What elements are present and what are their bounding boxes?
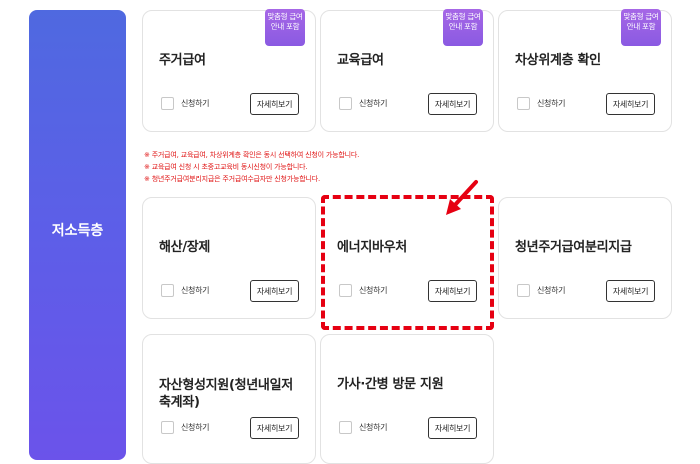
- apply-checkbox-label: 신청하기: [537, 99, 566, 108]
- card-asset-formation: 자산형성지원(청년내일저축계좌) 신청하기 자세히보기: [142, 334, 316, 464]
- category-sidebar: 저소득층: [29, 10, 126, 460]
- card-housing-benefit: 맞춤형 급여안내 포함 주거급여 신청하기 자세히보기: [142, 9, 316, 132]
- apply-checkbox[interactable]: [161, 97, 174, 110]
- apply-checkbox-label: 신청하기: [181, 286, 210, 295]
- apply-checkbox-label: 신청하기: [359, 423, 388, 432]
- card-education-benefit: 맞춤형 급여안내 포함 교육급여 신청하기 자세히보기: [320, 9, 494, 132]
- notice-item: ※ 주거급여, 교육급여, 차상위계층 확인은 동시 선택하여 신청이 가능합니…: [144, 151, 360, 159]
- notice-item: ※ 청년주거급여분리지급은 주거급여수급자만 신청가능합니다.: [144, 175, 321, 183]
- card-title: 해산/장제: [159, 240, 211, 255]
- apply-checkbox[interactable]: [161, 284, 174, 297]
- apply-checkbox[interactable]: [517, 97, 530, 110]
- card-title: 청년주거급여분리지급: [515, 240, 632, 255]
- card-title: 자산형성지원(청년내일저축계좌): [159, 378, 293, 410]
- card-childbirth-funeral: 해산/장제 신청하기 자세히보기: [142, 197, 316, 319]
- card-title: 차상위계층 확인: [515, 53, 601, 68]
- view-details-button[interactable]: 자세히보기: [428, 417, 477, 439]
- custom-benefit-badge: 맞춤형 급여안내 포함: [621, 9, 661, 46]
- view-details-button[interactable]: 자세히보기: [250, 417, 299, 439]
- apply-checkbox-label: 신청하기: [537, 286, 566, 295]
- apply-checkbox[interactable]: [339, 97, 352, 110]
- category-label: 저소득층: [51, 223, 104, 239]
- view-details-button[interactable]: 자세히보기: [606, 280, 655, 302]
- notice-list: ※ 주거급여, 교육급여, 차상위계층 확인은 동시 선택하여 신청이 가능합니…: [144, 149, 359, 185]
- view-details-button[interactable]: 자세히보기: [250, 93, 299, 115]
- card-title: 교육급여: [337, 53, 384, 68]
- view-details-button[interactable]: 자세히보기: [606, 93, 655, 115]
- card-title: 가사·간병 방문 지원: [337, 377, 444, 392]
- notice-item: ※ 교육급여 신청 시 초중고교육비 동시신청이 가능합니다.: [144, 163, 308, 171]
- apply-checkbox[interactable]: [339, 421, 352, 434]
- apply-checkbox[interactable]: [517, 284, 530, 297]
- custom-benefit-badge: 맞춤형 급여안내 포함: [265, 9, 305, 46]
- pointer-arrow-icon: [446, 180, 478, 215]
- apply-checkbox-label: 신청하기: [181, 99, 210, 108]
- view-details-button[interactable]: 자세히보기: [250, 280, 299, 302]
- apply-checkbox-label: 신청하기: [181, 423, 210, 432]
- view-details-button[interactable]: 자세히보기: [428, 93, 477, 115]
- apply-checkbox[interactable]: [161, 421, 174, 434]
- apply-checkbox-label: 신청하기: [359, 99, 388, 108]
- card-near-poverty-confirmation: 맞춤형 급여안내 포함 차상위계층 확인 신청하기 자세히보기: [498, 9, 672, 132]
- custom-benefit-badge: 맞춤형 급여안내 포함: [443, 9, 483, 46]
- card-youth-housing-separate-payment: 청년주거급여분리지급 신청하기 자세히보기: [498, 197, 672, 319]
- card-title: 주거급여: [159, 53, 206, 68]
- card-home-care-visit: 가사·간병 방문 지원 신청하기 자세히보기: [320, 334, 494, 464]
